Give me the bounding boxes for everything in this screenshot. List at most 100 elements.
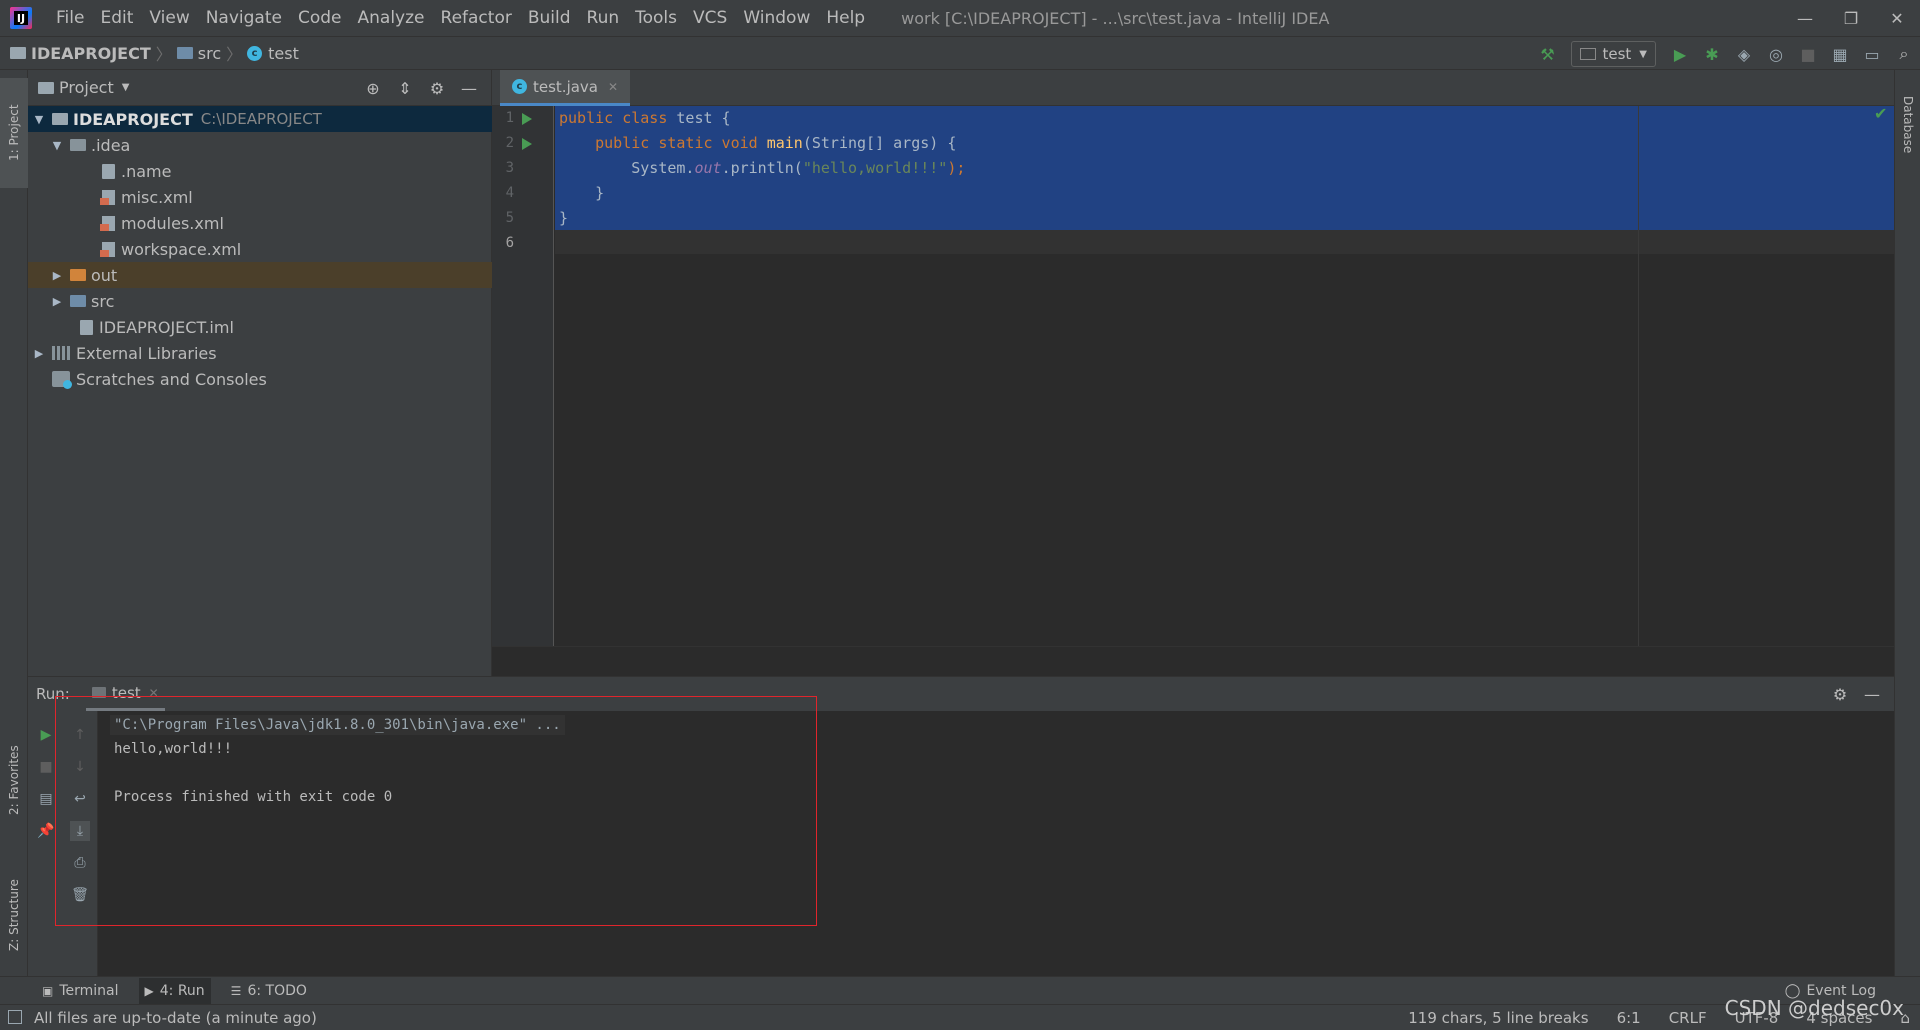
char-count[interactable]: 119 chars, 5 line breaks (1408, 1009, 1588, 1027)
tree-item-ideaproject[interactable]: ▼ IDEAPROJECT C:\IDEAPROJECT (28, 106, 492, 132)
right-margin-guide (1638, 106, 1639, 646)
breadcrumb-test[interactable]: c test (247, 44, 299, 63)
scroll-to-end-icon[interactable]: ⤓ (70, 821, 90, 841)
expanded-arrow-icon[interactable]: ▼ (50, 139, 64, 152)
excluded-folder-icon (70, 269, 86, 281)
expanded-arrow-icon[interactable]: ▼ (32, 113, 46, 126)
tree-item-misc-xml[interactable]: misc.xml (28, 184, 492, 210)
tool-tab-terminal[interactable]: ▣ Terminal (36, 978, 125, 1004)
menu-help[interactable]: Help (818, 8, 873, 28)
rerun-icon[interactable]: ▶ (36, 725, 56, 745)
bottom-tool-tabs: ▣ Terminal ▶ 4: Run ☰ 6: TODO ◯ Event Lo… (0, 976, 1920, 1004)
collapsed-arrow-icon[interactable]: ▶ (50, 269, 64, 282)
tree-item-external-libraries[interactable]: ▶ External Libraries (28, 340, 492, 366)
breadcrumb-src[interactable]: src (176, 43, 222, 63)
tree-item-iml[interactable]: IDEAPROJECT.iml (28, 314, 492, 340)
stop-icon[interactable]: ■ (36, 757, 56, 777)
collapse-all-icon[interactable]: ⇕ (394, 77, 416, 99)
collapsed-arrow-icon[interactable]: ▶ (50, 295, 64, 308)
menu-build[interactable]: Build (520, 8, 579, 28)
list-icon: ☰ (230, 983, 242, 998)
menu-refactor[interactable]: Refactor (433, 8, 520, 28)
java-class-icon: c (512, 79, 527, 94)
menu-view[interactable]: View (141, 8, 197, 28)
code-editor[interactable]: public class test { public static void m… (555, 106, 1894, 646)
tree-item-workspace-xml[interactable]: workspace.xml (28, 236, 492, 262)
restore-button[interactable]: ❐ (1828, 0, 1874, 36)
close-window-button[interactable]: ✕ (1874, 0, 1920, 36)
layout-icon[interactable]: ▤ (36, 789, 56, 809)
tree-item-out[interactable]: ▶ out (28, 262, 492, 288)
tree-item-src[interactable]: ▶ src (28, 288, 492, 314)
menu-navigate[interactable]: Navigate (198, 8, 290, 28)
coverage-icon[interactable]: ◈ (1733, 43, 1755, 65)
tool-tab-run[interactable]: ▶ 4: Run (138, 977, 211, 1004)
console-output-line: hello,world!!! (114, 741, 233, 757)
text-file-icon (102, 163, 115, 179)
project-view-select[interactable]: Project (59, 78, 114, 97)
tab-test-java[interactable]: c test.java ✕ (500, 70, 631, 106)
gear-icon[interactable]: ⚙ (426, 77, 448, 99)
presentation-icon[interactable]: ▭ (1861, 43, 1883, 65)
tool-windows-toggle-icon[interactable] (8, 1010, 22, 1024)
line-separator[interactable]: CRLF (1669, 1009, 1707, 1027)
menu-code[interactable]: Code (290, 8, 350, 28)
stop-icon[interactable]: ■ (1797, 43, 1819, 65)
scratches-icon (52, 371, 72, 389)
trash-icon[interactable]: 🗑 (70, 885, 90, 905)
tool-tab-favorites[interactable]: 2: Favorites (0, 730, 28, 830)
menu-tools[interactable]: Tools (627, 8, 685, 28)
debug-icon[interactable]: ✱ (1701, 43, 1723, 65)
menu-window[interactable]: Window (735, 8, 818, 28)
locate-icon[interactable]: ⊕ (362, 77, 384, 99)
hide-icon[interactable]: — (1861, 683, 1883, 705)
profile-icon[interactable]: ◎ (1765, 43, 1787, 65)
console-output[interactable]: "C:\Program Files\Java\jdk1.8.0_301\bin\… (98, 711, 1894, 977)
run-gutter-icon[interactable] (522, 138, 532, 150)
run-icon[interactable]: ▶ (1669, 43, 1691, 65)
menu-file[interactable]: File (48, 8, 92, 28)
close-tab-icon[interactable]: ✕ (608, 80, 618, 94)
arrow-up-icon[interactable]: ↑ (70, 725, 90, 745)
editor-horizontal-scrollbar[interactable] (492, 646, 1894, 676)
line-number: 6 (505, 235, 514, 251)
code-line-4: } (559, 184, 605, 202)
run-configuration-select[interactable]: test ▼ (1571, 41, 1656, 67)
xml-file-icon (100, 241, 115, 257)
tree-item-idea[interactable]: ▼ .idea (28, 132, 492, 158)
menu-vcs[interactable]: VCS (685, 8, 735, 28)
run-gutter-icon[interactable] (522, 113, 532, 125)
pin-icon[interactable]: 📌 (36, 821, 56, 841)
hide-icon[interactable]: — (458, 77, 480, 99)
tool-tab-database[interactable]: Database (1895, 80, 1920, 170)
soft-wrap-icon[interactable]: ↩ (70, 789, 90, 809)
tree-item-modules-xml[interactable]: modules.xml (28, 210, 492, 236)
tool-tab-structure[interactable]: Z: Structure (0, 860, 28, 970)
menu-analyze[interactable]: Analyze (350, 8, 433, 28)
build-hammer-icon[interactable]: ⚒ (1536, 43, 1558, 65)
close-tab-icon[interactable]: ✕ (149, 686, 159, 700)
tree-item-name-file[interactable]: .name (28, 158, 492, 184)
print-icon[interactable]: ⎙ (70, 853, 90, 873)
arrow-down-icon[interactable]: ↓ (70, 757, 90, 777)
breadcrumb-src-label: src (197, 43, 222, 63)
minimize-button[interactable]: — (1782, 0, 1828, 36)
chevron-down-icon[interactable]: ▼ (122, 82, 130, 93)
run-tab-test[interactable]: test ✕ (85, 677, 165, 711)
menu-run[interactable]: Run (579, 8, 628, 28)
collapsed-arrow-icon[interactable]: ▶ (32, 347, 46, 360)
project-structure-icon[interactable]: ▦ (1829, 43, 1851, 65)
left-tool-strip: 1: Project 2: Favorites Z: Structure (0, 70, 28, 976)
tool-tab-todo[interactable]: ☰ 6: TODO (225, 978, 313, 1004)
tree-item-label: modules.xml (121, 213, 224, 233)
chevron-down-icon: ▼ (1639, 48, 1647, 60)
breadcrumb-project[interactable]: IDEAPROJECT (10, 44, 151, 63)
caret-position[interactable]: 6:1 (1617, 1009, 1641, 1027)
no-problems-check-icon[interactable]: ✔ (1874, 104, 1887, 123)
tool-tab-project[interactable]: 1: Project (0, 78, 28, 188)
search-icon[interactable]: ⌕ (1893, 43, 1915, 65)
tree-item-scratches[interactable]: Scratches and Consoles (28, 366, 492, 392)
source-folder-icon (176, 47, 193, 59)
menu-edit[interactable]: Edit (92, 8, 141, 28)
gear-icon[interactable]: ⚙ (1829, 683, 1851, 705)
